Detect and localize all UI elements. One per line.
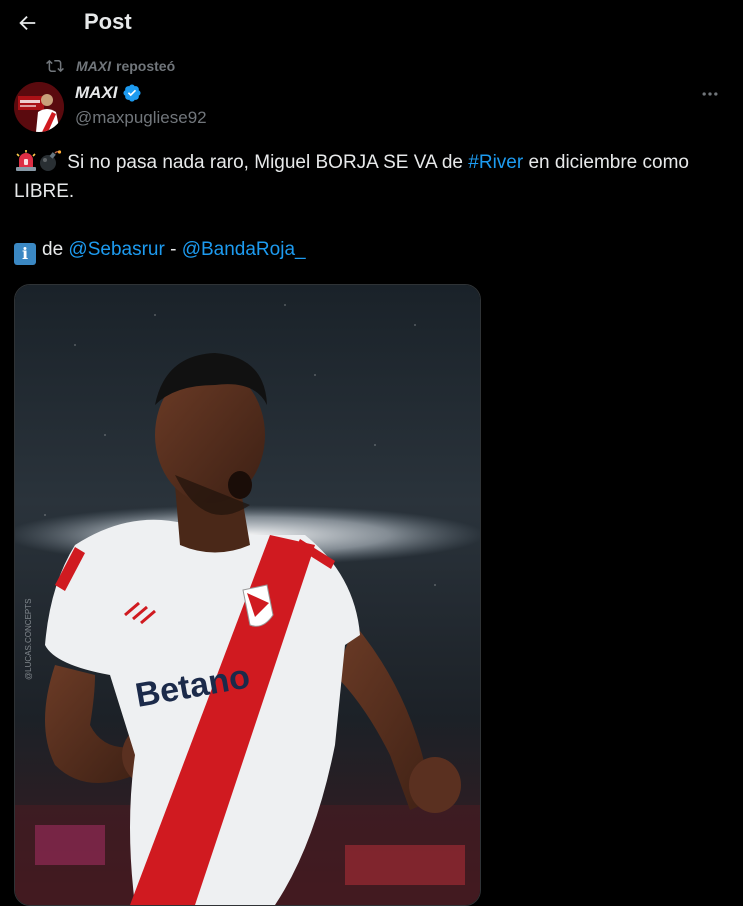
tweet-media-image[interactable]: Betano @LUCAS.CONCEPTS — [14, 284, 481, 906]
photo-football-player-celebrating: Betano @LUCAS.CONCEPTS — [15, 285, 480, 905]
source-prefix: de — [42, 239, 69, 260]
rotating-light-emoji — [16, 150, 36, 171]
mention-link-2[interactable]: @BandaRoja_ — [182, 239, 306, 260]
hashtag-link[interactable]: #River — [468, 152, 523, 173]
top-bar: Post — [0, 0, 743, 46]
reposter-name[interactable]: MAXI — [76, 58, 111, 74]
avatar[interactable] — [14, 82, 64, 132]
watermark-text: @LUCAS.CONCEPTS — [24, 599, 33, 680]
mention-link-1[interactable]: @Sebasrur — [68, 239, 164, 260]
bomb-emoji — [40, 150, 62, 171]
tweet-text-part-1: Si no pasa nada raro, Miguel BORJA SE VA… — [67, 152, 469, 173]
repost-indicator: MAXI reposteó — [46, 56, 175, 76]
tweet-text: Si no pasa nada raro, Miguel BORJA SE VA… — [14, 148, 734, 265]
author-name-text[interactable]: MAXI — [75, 83, 118, 103]
tweet-main-paragraph: Si no pasa nada raro, Miguel BORJA SE VA… — [14, 148, 734, 206]
arrow-left-icon — [19, 15, 36, 31]
page-title: Post — [84, 9, 132, 34]
more-options-button[interactable] — [694, 82, 726, 106]
tweet-source-paragraph: i de @Sebasrur - @BandaRoja_ — [14, 235, 734, 265]
mention-separator: - — [164, 239, 182, 260]
back-button[interactable] — [10, 6, 44, 40]
avatar-image — [14, 82, 64, 132]
more-dots-icon — [702, 92, 718, 96]
author-name[interactable]: MAXI — [75, 83, 142, 103]
verified-badge-icon[interactable] — [122, 83, 142, 103]
information-emoji: i — [14, 242, 36, 265]
repost-icon — [46, 59, 64, 73]
repost-action-label: reposteó — [116, 58, 176, 74]
author-handle[interactable]: @maxpugliese92 — [75, 108, 207, 128]
